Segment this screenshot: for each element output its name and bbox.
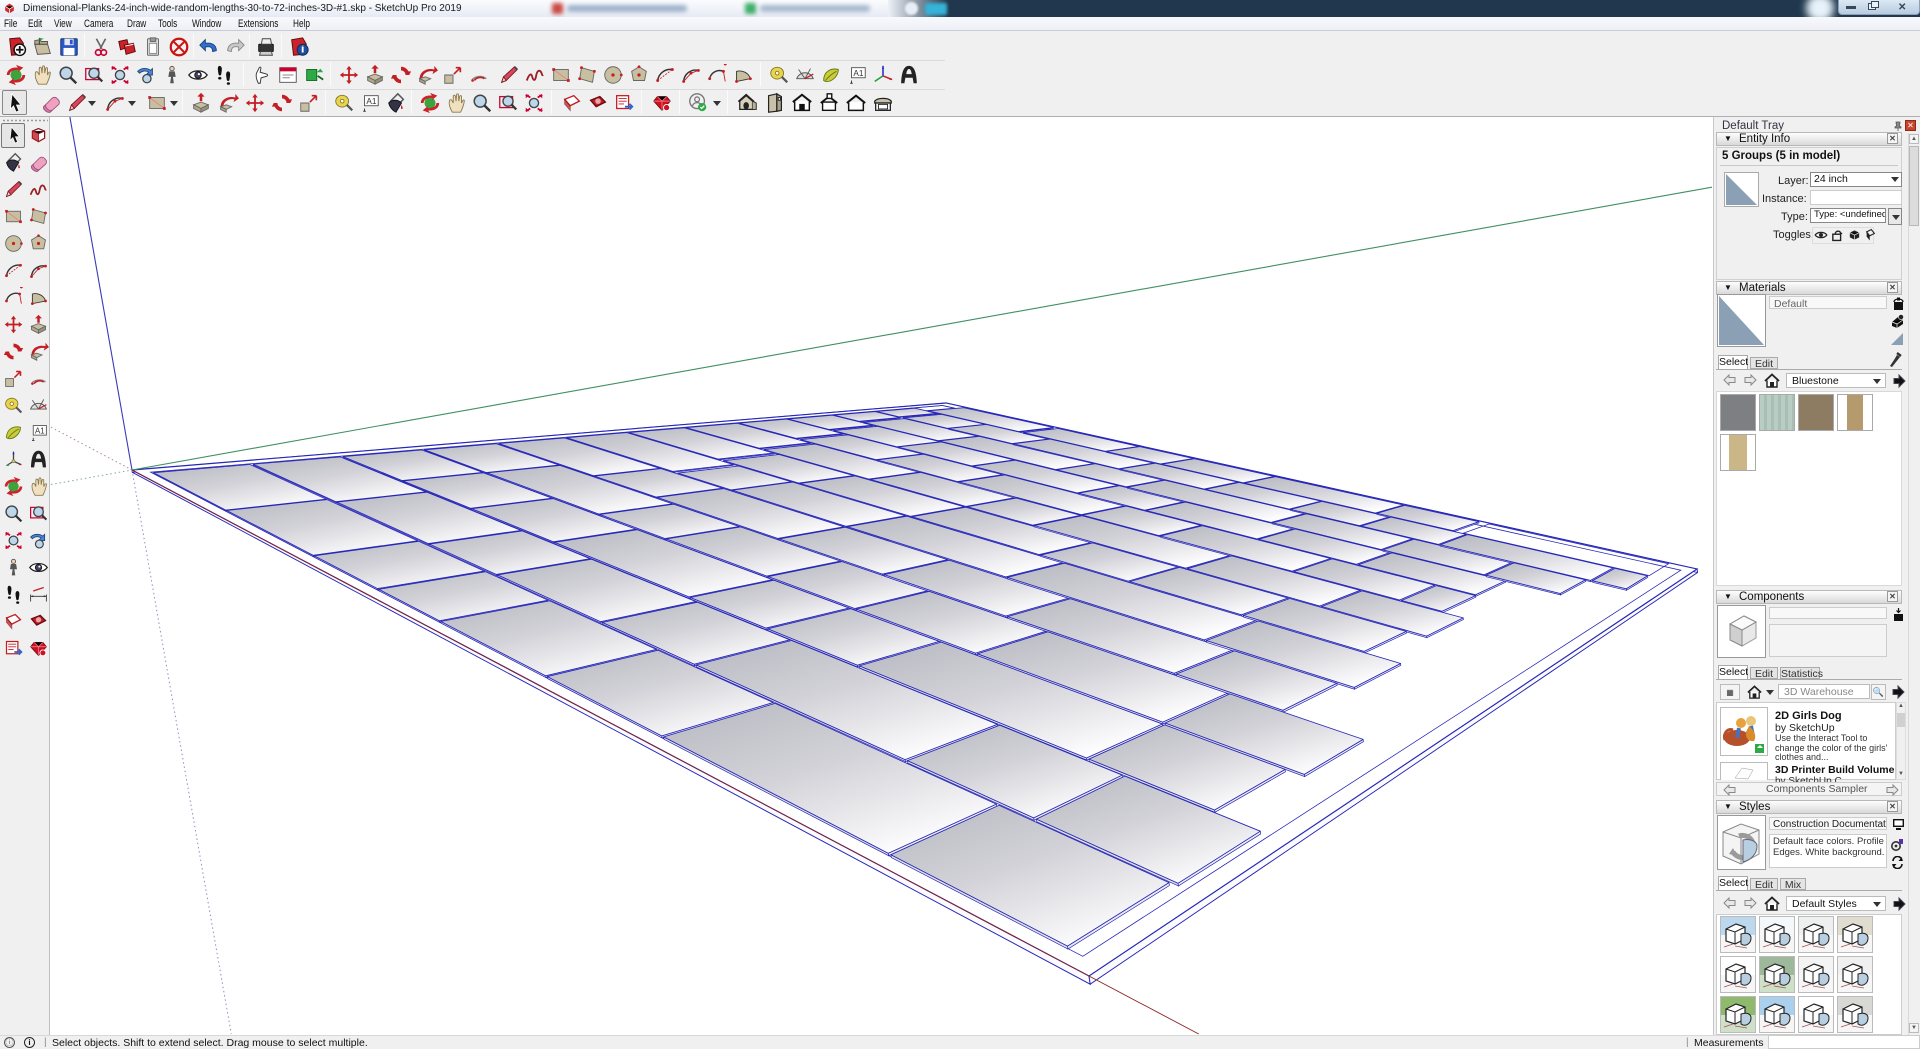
svg-text:A1: A1 — [853, 69, 864, 78]
svg-text:A1: A1 — [366, 97, 377, 106]
svg-text:A1: A1 — [35, 426, 45, 435]
